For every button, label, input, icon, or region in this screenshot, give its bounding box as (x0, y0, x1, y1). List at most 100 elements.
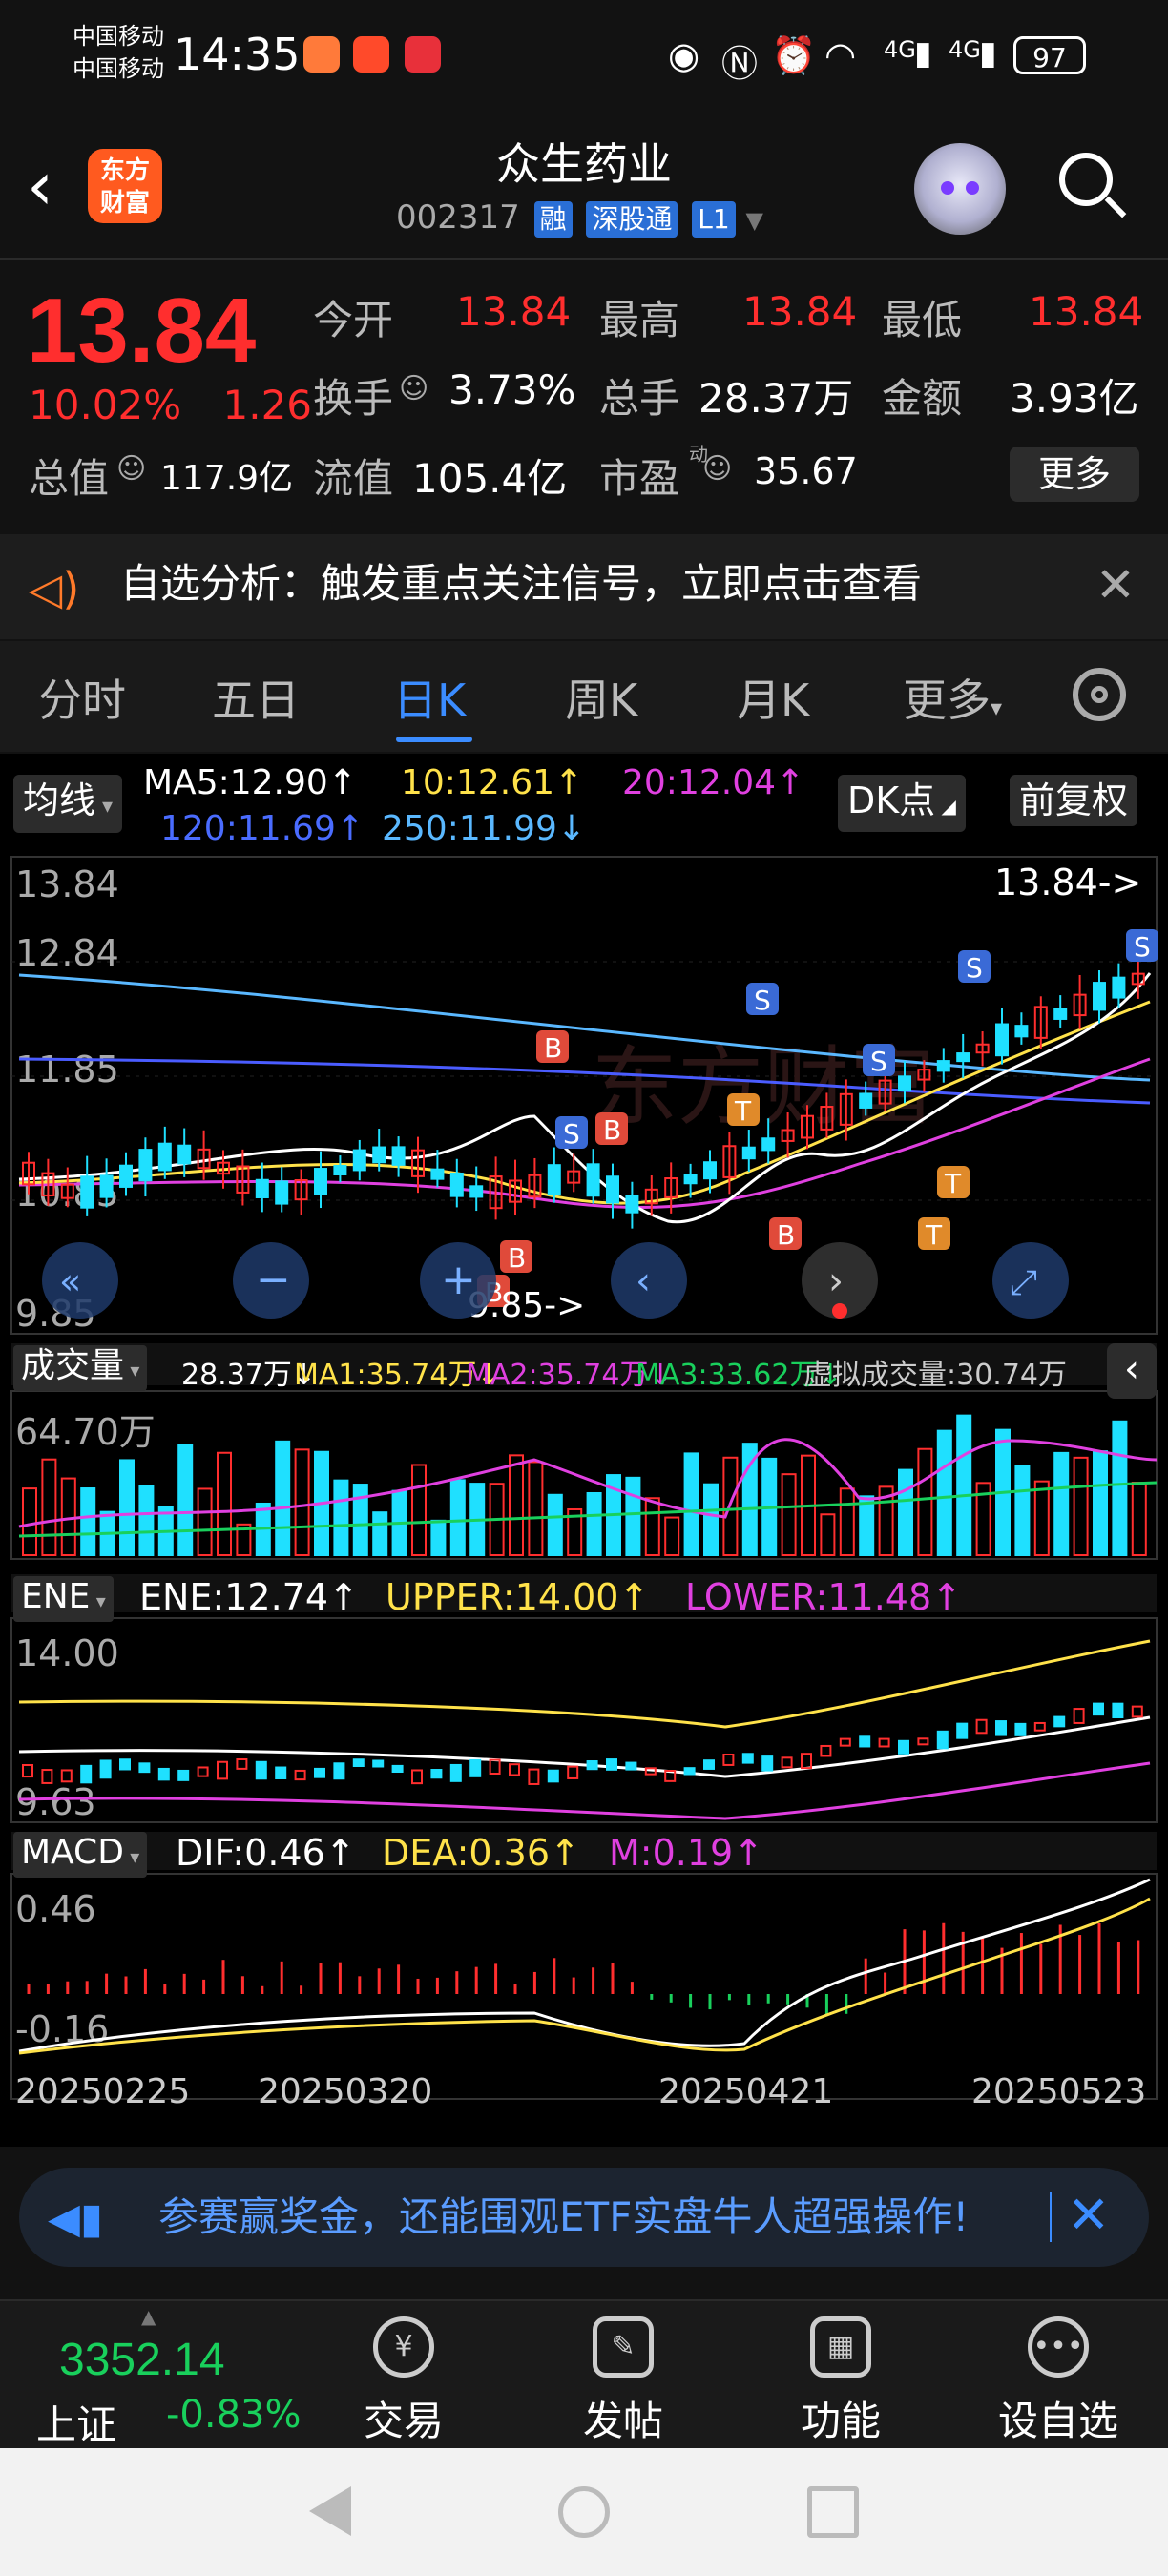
nav-trade[interactable]: ¥ 交易 (342, 2316, 466, 2447)
index-name: 上证 (36, 2401, 117, 2448)
tab-daily-k[interactable]: 日K (393, 666, 466, 729)
assistant-robot-icon[interactable] (914, 143, 1006, 235)
edit-icon: ✎ (593, 2316, 654, 2378)
expand-up-icon[interactable]: ▲ (141, 2305, 156, 2328)
info-icon[interactable]: ☺ (399, 372, 428, 405)
candle-body (859, 1092, 873, 1109)
gear-icon[interactable] (1073, 668, 1126, 721)
volume-bar (1112, 1420, 1128, 1556)
volume-bar (138, 1485, 155, 1557)
mktcap-label: 总值 (29, 455, 110, 502)
ene-candle (469, 1758, 482, 1777)
tab-more[interactable]: 更多▾ (903, 666, 1002, 729)
candle-body (333, 1165, 347, 1175)
bottom-nav: ▲ 3352.14 上证 -0.83% ¥ 交易 ✎ 发帖 ▦ 功能 ••• 设… (0, 2299, 1168, 2450)
change-percent: 10.02% (29, 382, 182, 428)
collapse-panel-button[interactable]: ‹ (1107, 1343, 1157, 1399)
nav-trade-label: 交易 (363, 2398, 444, 2444)
candle-body (898, 1075, 911, 1091)
volume-selector[interactable]: 成交量 ▾ (13, 1345, 148, 1391)
candle-body (99, 1174, 114, 1198)
close-icon[interactable]: ✕ (1067, 2185, 1110, 2245)
ene-candle (391, 1764, 404, 1774)
ene-selector[interactable]: ENE ▾ (13, 1576, 114, 1622)
volume-label: 总手 (599, 375, 680, 422)
candle-body (547, 1164, 561, 1196)
stock-code-line[interactable]: 002317 融 深股通 L1 ▼ (396, 198, 763, 238)
back-triangle-icon[interactable] (309, 2486, 351, 2536)
volume-bar (352, 1484, 368, 1557)
ene-candle (625, 1761, 637, 1771)
ene-candle (449, 1763, 462, 1782)
buy-marker-label: B (777, 1219, 795, 1251)
volume-bar (275, 1440, 291, 1556)
tab-five-day[interactable]: 五日 (212, 666, 300, 729)
wifi-icon: ◠ (824, 34, 857, 76)
system-nav-bar (0, 2448, 1168, 2576)
notification-app-icon (353, 36, 389, 73)
candle-body (683, 1174, 698, 1185)
tag-level: L1 (692, 201, 736, 238)
nav-functions[interactable]: ▦ 功能 (779, 2316, 903, 2447)
macd-selector[interactable]: MACD ▾ (13, 1832, 148, 1878)
change-amount: 1.26 (222, 382, 313, 428)
recents-square-icon[interactable] (807, 2486, 859, 2538)
ene-candle (333, 1762, 345, 1780)
ene-candle (683, 1767, 696, 1776)
index-change: -0.83% (166, 2393, 302, 2437)
chevron-down-icon: ▾ (124, 1359, 140, 1381)
tab-intraday[interactable]: 分时 (38, 666, 126, 729)
nav-add-watchlist[interactable]: ••• 设自选 (996, 2316, 1120, 2447)
volume-bar (956, 1414, 972, 1556)
tab-monthly-k[interactable]: 月K (737, 666, 809, 729)
info-icon[interactable]: ☺ (116, 452, 146, 486)
index-value[interactable]: 3352.14 (59, 2334, 225, 2386)
volume-bar (430, 1519, 447, 1557)
volume-bar (703, 1483, 719, 1557)
ene-candle (547, 1769, 559, 1783)
candle-body (703, 1161, 717, 1180)
buy-marker-label: B (544, 1032, 562, 1064)
info-icon[interactable]: ☺ (702, 452, 732, 486)
candle-body (1112, 976, 1126, 999)
candle-body (741, 1146, 756, 1160)
open-label: 今开 (313, 297, 394, 343)
ene-candle (157, 1767, 170, 1781)
candle-body (469, 1185, 484, 1198)
date-tick: 20250225 (15, 2072, 190, 2111)
amount-label: 金额 (882, 375, 963, 422)
ene-candle (956, 1722, 969, 1739)
speaker-icon: ◁) (29, 563, 80, 614)
sell-marker-label: S (563, 1118, 580, 1150)
search-icon[interactable] (1059, 153, 1113, 206)
promo-banner[interactable]: ◀▮ 参赛赢奖金，还能围观ETF实盘牛人超强操作! ✕ (19, 2168, 1149, 2267)
turnover-value: 3.73% (448, 366, 576, 413)
nfc-icon: Ⓝ (721, 43, 759, 85)
promo-text: 参赛赢奖金，还能围观ETF实盘牛人超强操作! (158, 2193, 970, 2240)
close-icon[interactable]: ✕ (1095, 557, 1136, 613)
volume-bar (625, 1476, 641, 1557)
tab-weekly-k[interactable]: 周K (565, 666, 637, 729)
chevron-down-icon: ▼ (745, 207, 763, 234)
signal-notice-banner[interactable]: ◁) 自选分析：触发重点关注信号，立即点击查看 ✕ (0, 534, 1168, 639)
ene-candle (99, 1759, 112, 1779)
eye-icon: ◉ (668, 34, 700, 76)
last-price: 13.84 (27, 280, 257, 382)
trade-icon: ¥ (373, 2316, 434, 2378)
minus-icon: − (256, 1256, 291, 1304)
volume-bar (372, 1511, 388, 1556)
volume-bar (333, 1479, 349, 1557)
candle-body (625, 1195, 639, 1214)
volume-bar (547, 1493, 563, 1557)
ene-lower: LOWER:11.48↑ (685, 1576, 962, 1618)
nav-post[interactable]: ✎ 发帖 (561, 2316, 685, 2447)
ene-candle (859, 1735, 871, 1748)
more-quote-button[interactable]: 更多 (1010, 447, 1139, 502)
ene-candle (898, 1739, 909, 1755)
megaphone-icon: ◀▮ (48, 2194, 104, 2243)
home-circle-icon[interactable] (558, 2486, 610, 2538)
pe-value: 35.67 (754, 450, 858, 492)
signal-label-1: 4G (884, 36, 916, 63)
kline-chart-area[interactable]: 均线 ▾ MA5:12.90↑ 10:12.61↑ 20:12.04↑ 120:… (0, 754, 1168, 2147)
candle-body (936, 1060, 950, 1072)
